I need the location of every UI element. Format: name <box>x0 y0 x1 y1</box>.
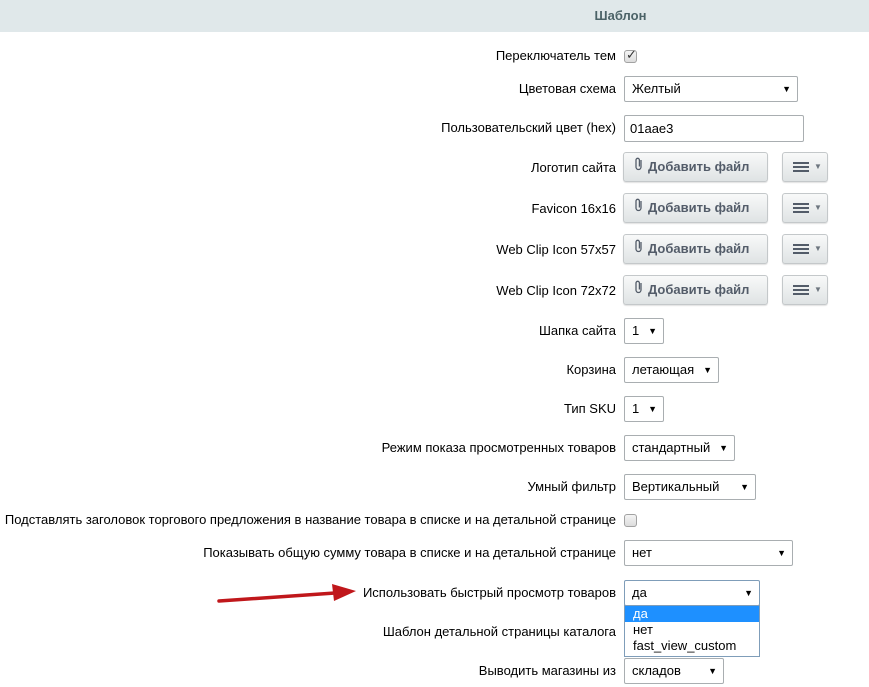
offer-title-checkbox[interactable] <box>624 514 637 527</box>
add-file-label: Добавить файл <box>648 241 750 256</box>
quick-view-options-list: да нет fast_view_custom <box>624 605 760 657</box>
custom-color-label: Пользовательский цвет (hex) <box>441 120 616 135</box>
viewed-products-mode-select[interactable]: стандартный ▼ <box>624 435 735 461</box>
menu-icon <box>793 162 809 172</box>
webclip-57-menu-button[interactable]: ▼ <box>782 234 828 264</box>
quick-view-label: Использовать быстрый просмотр товаров <box>362 585 616 600</box>
sku-type-select[interactable]: 1 ▼ <box>624 396 664 422</box>
section-header: Шаблон <box>0 0 869 32</box>
stores-source-select[interactable]: складов ▼ <box>624 658 724 684</box>
theme-switcher-checkbox[interactable]: ✓ <box>624 47 637 63</box>
site-header-select[interactable]: 1 ▼ <box>624 318 664 344</box>
viewed-products-mode-label: Режим показа просмотренных товаров <box>381 440 616 455</box>
section-title: Шаблон <box>594 8 647 23</box>
quick-view-select[interactable]: да ▼ <box>624 580 760 606</box>
smart-filter-label: Умный фильтр <box>527 479 617 494</box>
menu-icon <box>793 244 809 254</box>
add-file-label: Добавить файл <box>648 200 750 215</box>
webclip-57-add-file-button[interactable]: Добавить файл <box>623 234 768 264</box>
viewed-products-mode-value: стандартный <box>632 440 711 455</box>
dropdown-arrow-icon: ▼ <box>744 588 753 598</box>
webclip-72-add-file-button[interactable]: Добавить файл <box>623 275 768 305</box>
smart-filter-value: Вертикальный <box>632 479 720 494</box>
color-scheme-value: Желтый <box>632 81 681 96</box>
sku-type-label: Тип SKU <box>563 401 616 416</box>
dropdown-arrow-icon: ▼ <box>782 84 791 94</box>
favicon-menu-button[interactable]: ▼ <box>782 193 828 223</box>
custom-color-input[interactable]: 01aae3 <box>624 115 804 142</box>
paperclip-icon <box>634 153 648 181</box>
dropdown-arrow-icon: ▼ <box>719 443 728 453</box>
show-total-sum-label: Показывать общую сумму товара в списке и… <box>203 545 616 560</box>
paperclip-icon <box>634 276 648 304</box>
quick-view-value: да <box>632 585 647 600</box>
menu-icon <box>793 285 809 295</box>
basket-value: летающая <box>632 362 695 377</box>
dropdown-arrow-icon: ▼ <box>703 365 712 375</box>
catalog-detail-template-label: Шаблон детальной страницы каталога <box>382 624 616 639</box>
paperclip-icon <box>634 194 648 222</box>
quick-view-option-no[interactable]: нет <box>625 622 759 638</box>
chevron-down-icon: ▼ <box>814 162 822 171</box>
dropdown-arrow-icon: ▼ <box>777 548 786 558</box>
smart-filter-select[interactable]: Вертикальный ▼ <box>624 474 756 500</box>
color-scheme-label: Цветовая схема <box>518 81 616 96</box>
site-header-label: Шапка сайта <box>538 323 616 338</box>
dropdown-arrow-icon: ▼ <box>648 404 657 414</box>
favicon-label: Favicon 16x16 <box>531 201 616 216</box>
dropdown-arrow-icon: ▼ <box>708 666 717 676</box>
site-logo-label: Логотип сайта <box>530 160 616 175</box>
webclip-57-label: Web Clip Icon 57x57 <box>496 242 616 257</box>
stores-source-value: складов <box>632 663 681 678</box>
offer-title-label: Подставлять заголовок торгового предложе… <box>4 512 616 527</box>
dropdown-arrow-icon: ▼ <box>648 326 657 336</box>
site-logo-menu-button[interactable]: ▼ <box>782 152 828 182</box>
theme-switcher-label: Переключатель тем <box>495 48 616 63</box>
favicon-add-file-button[interactable]: Добавить файл <box>623 193 768 223</box>
checkmark-icon: ✓ <box>626 47 637 62</box>
site-logo-add-file-button[interactable]: Добавить файл <box>623 152 768 182</box>
paperclip-icon <box>634 235 648 263</box>
basket-select[interactable]: летающая ▼ <box>624 357 719 383</box>
webclip-72-label: Web Clip Icon 72x72 <box>496 283 616 298</box>
color-scheme-select[interactable]: Желтый ▼ <box>624 76 798 102</box>
sku-type-value: 1 <box>632 401 640 416</box>
chevron-down-icon: ▼ <box>814 244 822 253</box>
chevron-down-icon: ▼ <box>814 203 822 212</box>
show-total-sum-select[interactable]: нет ▼ <box>624 540 793 566</box>
site-header-value: 1 <box>632 323 640 338</box>
chevron-down-icon: ▼ <box>814 285 822 294</box>
basket-label: Корзина <box>566 362 616 377</box>
menu-icon <box>793 203 809 213</box>
stores-source-label: Выводить магазины из <box>478 663 616 678</box>
add-file-label: Добавить файл <box>648 282 750 297</box>
webclip-72-menu-button[interactable]: ▼ <box>782 275 828 305</box>
add-file-label: Добавить файл <box>648 159 750 174</box>
quick-view-option-yes[interactable]: да <box>625 606 759 622</box>
quick-view-option-fast-view-custom[interactable]: fast_view_custom <box>625 638 759 654</box>
show-total-sum-value: нет <box>632 545 652 560</box>
dropdown-arrow-icon: ▼ <box>740 482 749 492</box>
